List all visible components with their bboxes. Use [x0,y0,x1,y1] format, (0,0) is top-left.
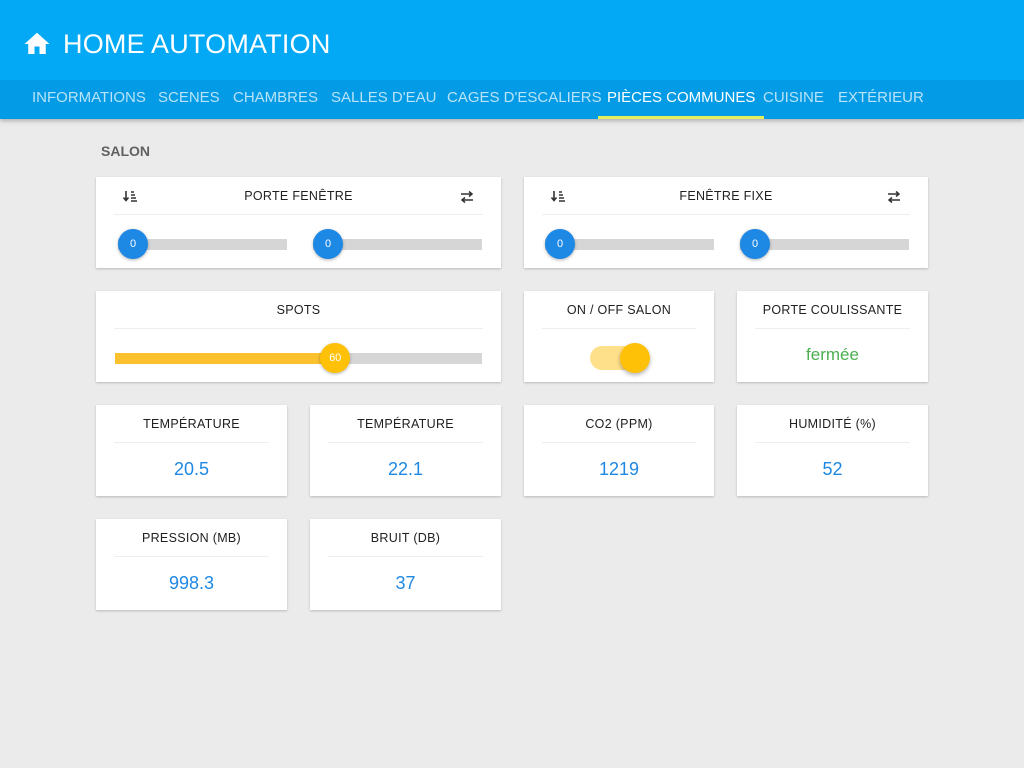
slider-knob[interactable]: 60 [320,343,351,373]
card-title: CO2 (PPM) [585,416,653,431]
porte-coulissante-card: PORTE COULISSANTE fermée [737,291,928,382]
app-title: HOME AUTOMATION [63,28,331,59]
app-header: HOME AUTOMATION INFORMATIONS SCENES CHAM… [0,0,1024,119]
tab-chambres[interactable]: CHAMBRES [224,80,327,119]
card-title: TEMPÉRATURE [143,416,240,431]
card-title: PORTE COULISSANTE [762,302,903,317]
card-header: SPOTS [114,291,483,329]
card-header: BRUIT (DB) [328,519,483,557]
card-header: HUMIDITÉ (%) [755,405,910,443]
shutter-tilt-slider[interactable]: 0 [740,229,909,259]
sensor-value: 37 [395,573,416,593]
shutter-card-fenetre-fixe: FENÊTRE FIXE 0 0 [524,177,928,268]
sensor-card-temperature-2: TEMPÉRATURE 22.1 [310,405,501,496]
onoff-salon-card: ON / OFF SALON [524,291,714,382]
section-title: SALON [101,143,150,159]
onoff-salon-toggle[interactable] [590,343,650,373]
sensor-value: 52 [822,459,843,479]
tab-salles-d-eau[interactable]: SALLES D'EAU [322,80,445,119]
card-header: PORTE COULISSANTE [755,291,910,329]
tab-scenes[interactable]: SCENES [149,80,229,119]
card-title: HUMIDITÉ (%) [789,416,876,431]
card-title: SPOTS [276,302,321,317]
tab-bar: INFORMATIONS SCENES CHAMBRES SALLES D'EA… [0,80,1024,119]
slider-knob[interactable]: 0 [545,229,575,259]
sensor-value: 998.3 [168,573,215,593]
home-icon[interactable] [22,29,52,59]
tab-informations[interactable]: INFORMATIONS [23,80,155,119]
swap-arrows-icon[interactable] [459,190,475,204]
spots-card: SPOTS 60 [96,291,501,382]
card-title: FENÊTRE FIXE [679,188,773,203]
card-header: FENÊTRE FIXE [542,177,910,215]
card-header: CO2 (PPM) [542,405,696,443]
tab-cages-d-escaliers[interactable]: CAGES D'ESCALIERS [438,80,611,119]
slider-knob[interactable]: 0 [740,229,770,259]
tab-pieces-communes[interactable]: PIÈCES COMMUNES [598,80,765,119]
swap-arrows-icon[interactable] [886,190,902,204]
slider-knob[interactable]: 0 [313,229,343,259]
sensor-value: 20.5 [173,459,210,479]
sensor-card-noise: BRUIT (DB) 37 [310,519,501,610]
card-header: PORTE FENÊTRE [114,177,483,215]
card-title: ON / OFF SALON [566,302,672,317]
tab-exterieur[interactable]: EXTÉRIEUR [829,80,933,119]
card-title: PRESSION (MB) [141,530,242,545]
spots-dimmer-slider[interactable]: 60 [115,343,482,373]
card-header: TEMPÉRATURE [328,405,483,443]
sensor-card-temperature-1: TEMPÉRATURE 20.5 [96,405,287,496]
card-title: TEMPÉRATURE [357,416,454,431]
card-header: ON / OFF SALON [542,291,696,329]
sort-descending-icon[interactable] [122,190,138,204]
sensor-card-pressure: PRESSION (MB) 998.3 [96,519,287,610]
sensor-value: 22.1 [387,459,424,479]
shutter-position-slider[interactable]: 0 [545,229,714,259]
slider-knob[interactable]: 0 [118,229,148,259]
slider-fill [115,353,336,364]
toggle-knob[interactable] [620,343,650,373]
title-bar: HOME AUTOMATION [22,24,331,64]
card-title: BRUIT (DB) [370,530,441,545]
door-state: fermée [806,345,859,364]
tab-cuisine[interactable]: CUISINE [754,80,833,119]
sensor-card-co2: CO2 (PPM) 1219 [524,405,714,496]
card-header: PRESSION (MB) [114,519,269,557]
shutter-tilt-slider[interactable]: 0 [313,229,482,259]
shutter-card-porte-fenetre: PORTE FENÊTRE 0 0 [96,177,501,268]
card-title: PORTE FENÊTRE [244,188,353,203]
sensor-value: 1219 [598,459,640,479]
card-header: TEMPÉRATURE [114,405,269,443]
sort-descending-icon[interactable] [550,190,566,204]
shutter-position-slider[interactable]: 0 [118,229,287,259]
sensor-card-humidity: HUMIDITÉ (%) 52 [737,405,928,496]
